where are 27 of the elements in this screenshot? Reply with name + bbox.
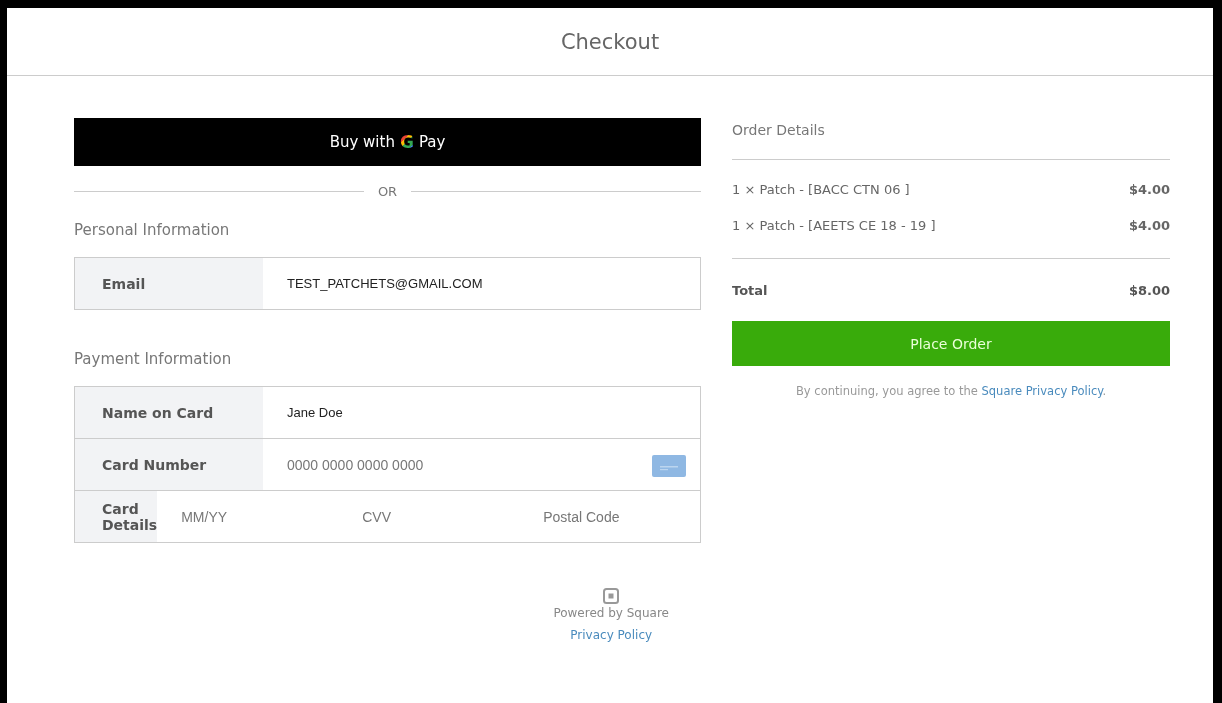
divider-label: OR <box>377 184 398 199</box>
privacy-policy-link[interactable]: Privacy Policy <box>570 628 653 642</box>
section-heading: Order Details <box>732 118 1170 160</box>
agreement-text: By continuing, you agree to the Square Privacy Policy. <box>794 384 1108 398</box>
field-label: Card Number <box>75 439 263 490</box>
cvv-field[interactable]: CVV <box>362 508 544 525</box>
section-heading: Payment Information <box>74 350 233 368</box>
card-number-field[interactable]: 0000 0000 0000 0000 <box>287 456 587 473</box>
total-label: Total <box>732 283 768 298</box>
square-logo-icon <box>603 588 620 604</box>
expiry-field[interactable]: MM/YY <box>181 508 363 525</box>
credit-card-icon <box>652 455 686 477</box>
powered-by-text: Powered by Square <box>553 606 669 620</box>
page-title: Checkout <box>560 29 660 54</box>
item-price: $4.00 <box>1128 218 1170 233</box>
postal-code-field[interactable]: Postal Code <box>543 508 725 525</box>
email-field[interactable]: TEST_PATCHETS@GMAIL.COM <box>287 276 587 291</box>
field-label: Email <box>75 258 263 309</box>
item-name: 1 × Patch - [AEETS CE 18 - 19 ] <box>732 218 936 233</box>
field-label: Name on Card <box>75 387 263 438</box>
section-heading: Personal Information <box>74 221 231 239</box>
name-field[interactable]: Jane Doe <box>287 405 587 420</box>
item-price: $4.00 <box>1128 182 1170 197</box>
total-amount: $8.00 <box>1128 283 1170 298</box>
google-pay-button[interactable]: Buy with G Pay <box>74 118 701 166</box>
field-label: Card Details <box>75 491 158 542</box>
item-name: 1 × Patch - [BACC CTN 06 ] <box>732 182 910 197</box>
